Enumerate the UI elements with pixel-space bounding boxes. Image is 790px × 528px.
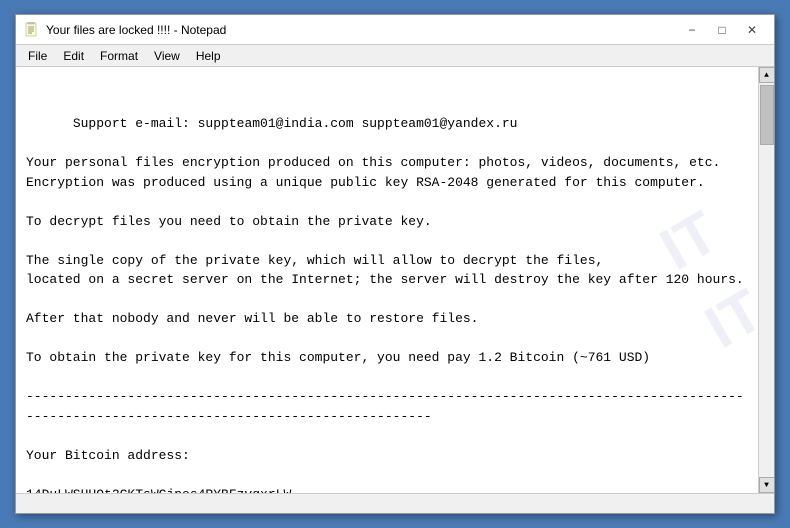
notepad-window: Your files are locked !!!! - Notepad − □… [15,14,775,514]
title-bar: Your files are locked !!!! - Notepad − □… [16,15,774,45]
content-area: ITIT Support e-mail: suppteam01@india.co… [16,67,774,493]
minimize-button[interactable]: − [678,19,706,41]
close-button[interactable]: ✕ [738,19,766,41]
scroll-down-button[interactable]: ▼ [759,477,775,493]
menu-bar: File Edit Format View Help [16,45,774,67]
menu-view[interactable]: View [146,47,188,65]
maximize-button[interactable]: □ [708,19,736,41]
title-bar-controls: − □ ✕ [678,19,766,41]
menu-format[interactable]: Format [92,47,146,65]
menu-edit[interactable]: Edit [55,47,92,65]
menu-help[interactable]: Help [188,47,229,65]
text-editor[interactable]: ITIT Support e-mail: suppteam01@india.co… [16,67,758,493]
vertical-scrollbar[interactable]: ▲ ▼ [758,67,774,493]
title-bar-left: Your files are locked !!!! - Notepad [24,22,226,38]
scroll-up-button[interactable]: ▲ [759,67,775,83]
status-bar [16,493,774,513]
ransom-note-text: Support e-mail: suppteam01@india.com sup… [26,116,744,493]
scroll-thumb[interactable] [760,85,774,145]
menu-file[interactable]: File [20,47,55,65]
window-title: Your files are locked !!!! - Notepad [46,23,226,37]
scroll-track[interactable] [759,83,774,477]
notepad-icon [24,22,40,38]
